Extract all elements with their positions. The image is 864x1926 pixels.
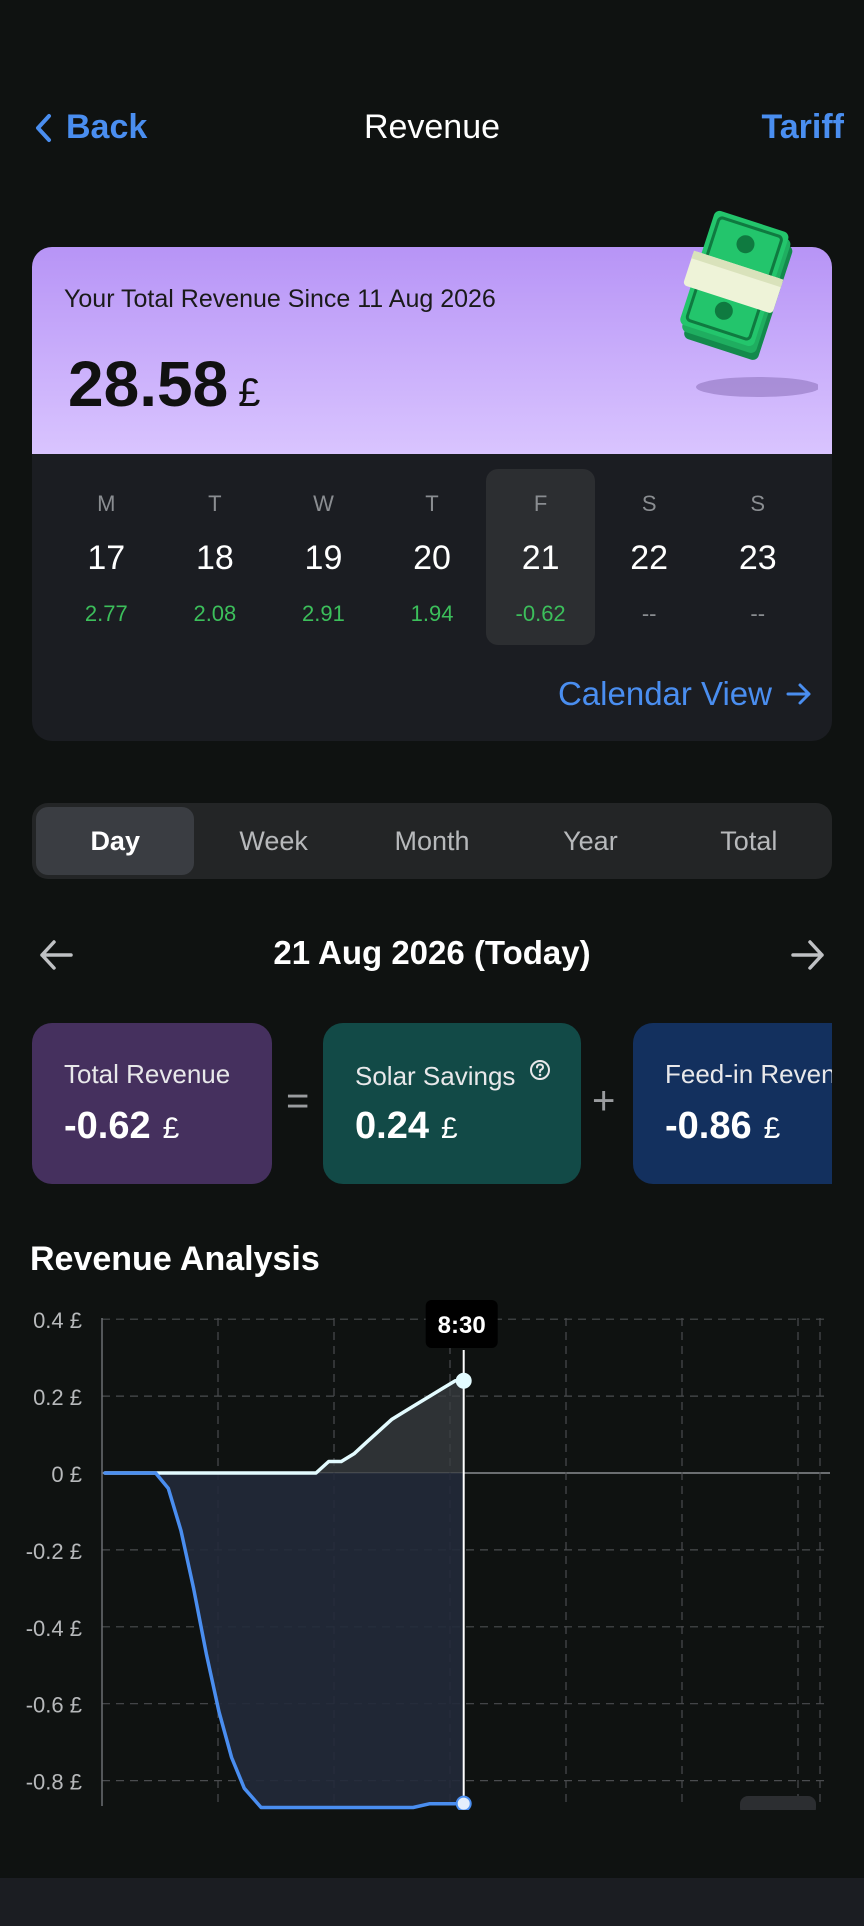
solar-savings-card[interactable]: Solar Savings 0.24 £ (323, 1023, 581, 1184)
feed-in-revenue-value: -0.86 (665, 1105, 752, 1147)
day-letter: S (641, 491, 657, 516)
arrow-right-icon (786, 683, 811, 705)
solar-savings-series-point (455, 1372, 472, 1389)
y-tick-label: 0.4 £ (33, 1308, 82, 1333)
revenue-total-value: 28.58 (68, 348, 229, 420)
arrow-left-icon[interactable] (38, 938, 74, 972)
y-tick-label: -0.8 £ (26, 1770, 82, 1795)
total-revenue-title: Total Revenue (64, 1059, 231, 1089)
tariff-button[interactable]: Tariff (762, 108, 844, 147)
day-cell[interactable]: S 23 -- (703, 469, 812, 645)
solar-savings-amount: 0.24 £ (355, 1105, 458, 1148)
day-letter: T (208, 491, 222, 516)
bottom-bar (0, 1878, 864, 1926)
day-revenue: 2.77 (84, 601, 128, 626)
solar-savings-currency: £ (440, 1112, 458, 1145)
revenue-screen: Back Revenue Tariff Your Total Revenue S… (0, 0, 864, 1926)
day-number: 22 (630, 539, 669, 577)
day-cell[interactable]: F 21 -0.62 (486, 469, 595, 645)
solar-savings-series-area (105, 1380, 464, 1473)
chart-title: Revenue Analysis (30, 1240, 320, 1278)
feed-in-revenue-currency: £ (763, 1112, 781, 1145)
y-tick-label: 0 £ (51, 1462, 82, 1487)
revenue-since-label: Your Total Revenue Since 11 Aug 2026 (64, 285, 496, 313)
day-number: 17 (87, 539, 126, 577)
tab-year[interactable]: Year (511, 807, 669, 875)
day-letter: F (533, 491, 548, 516)
total-revenue-value: -0.62 (64, 1105, 151, 1147)
y-tick-label: 0.2 £ (33, 1385, 82, 1410)
y-tick-label: -0.4 £ (26, 1616, 82, 1641)
day-number: 18 (195, 539, 234, 577)
day-number: 19 (304, 539, 343, 577)
plus-sign: + (592, 1079, 616, 1123)
week-strip: M 17 2.77 T 18 2.08 W 19 2.91 T 20 1.94 F 21 -0.62 S 22 -… (52, 469, 812, 645)
tab-month[interactable]: Month (353, 807, 511, 875)
revenue-total: 28.58 £ (68, 347, 260, 421)
feed-in-revenue-card[interactable]: Feed-in Revenue -0.86 £ (633, 1023, 832, 1184)
back-button[interactable]: Back (34, 108, 147, 147)
day-letter: M (97, 491, 116, 516)
chart-scroll-handle[interactable] (740, 1796, 816, 1810)
total-revenue-currency: £ (162, 1112, 180, 1145)
day-revenue: -- (750, 601, 766, 626)
equals-sign: = (286, 1079, 310, 1123)
day-revenue: -0.62 (515, 601, 566, 626)
date-navigator: 21 Aug 2026 (Today) (0, 930, 864, 980)
day-cell[interactable]: M 17 2.77 (52, 469, 161, 645)
nav-bar: Back Revenue Tariff (0, 100, 864, 156)
total-revenue-amount: -0.62 £ (64, 1105, 179, 1148)
day-number: 23 (738, 539, 777, 577)
revenue-currency: £ (238, 371, 261, 415)
calendar-view-link[interactable]: Calendar View (558, 675, 812, 713)
solar-savings-value: 0.24 (355, 1105, 429, 1147)
day-revenue: -- (641, 601, 657, 626)
money-stack-icon (680, 210, 818, 397)
help-circle-icon[interactable] (529, 1059, 551, 1081)
summary-cards: Total Revenue -0.62 £ = Solar Savings 0.… (32, 1023, 832, 1184)
current-date-label: 21 Aug 2026 (Today) (273, 934, 591, 971)
solar-savings-title: Solar Savings (355, 1061, 516, 1091)
day-number: 21 (521, 539, 560, 577)
calendar-view-label: Calendar View (557, 675, 772, 712)
feed-in-series-area (105, 1473, 464, 1808)
day-number: 20 (413, 539, 451, 577)
day-cell[interactable]: S 22 -- (595, 469, 704, 645)
tooltip-label: 8:30 (438, 1312, 486, 1339)
day-cell[interactable]: W 19 2.91 (269, 469, 378, 645)
day-revenue: 2.91 (302, 601, 345, 626)
tab-day[interactable]: Day (36, 807, 195, 875)
tab-total[interactable]: Total (670, 807, 828, 875)
day-revenue: 2.08 (193, 601, 237, 626)
y-tick-label: -0.6 £ (26, 1693, 82, 1718)
day-cell[interactable]: T 18 2.08 (161, 469, 270, 645)
arrow-right-icon[interactable] (790, 938, 826, 972)
total-revenue-card[interactable]: Total Revenue -0.62 £ (32, 1023, 272, 1184)
day-revenue: 1.94 (410, 601, 454, 626)
revenue-chart[interactable]: 0.4 £ 0.2 £ 0 £ -0.2 £ -0.4 £ -0.6 £ -0.8 £ 8:3… (0, 1290, 864, 1810)
back-label: Back (66, 108, 148, 146)
solar-savings-header: Solar Savings (355, 1059, 551, 1092)
day-cell[interactable]: T 20 1.94 (378, 469, 487, 645)
day-letter: S (750, 491, 766, 516)
chevron-left-icon (36, 113, 51, 142)
y-tick-label: -0.2 £ (26, 1539, 82, 1564)
period-tabs: Day Week Month Year Total (32, 803, 832, 879)
feed-in-revenue-title: Feed-in Revenue (665, 1059, 832, 1089)
feed-in-series-point (455, 1795, 472, 1810)
day-letter: W (313, 491, 334, 516)
tab-week[interactable]: Week (194, 807, 352, 875)
feed-in-revenue-amount: -0.86 £ (665, 1105, 780, 1148)
day-letter: T (425, 491, 439, 516)
